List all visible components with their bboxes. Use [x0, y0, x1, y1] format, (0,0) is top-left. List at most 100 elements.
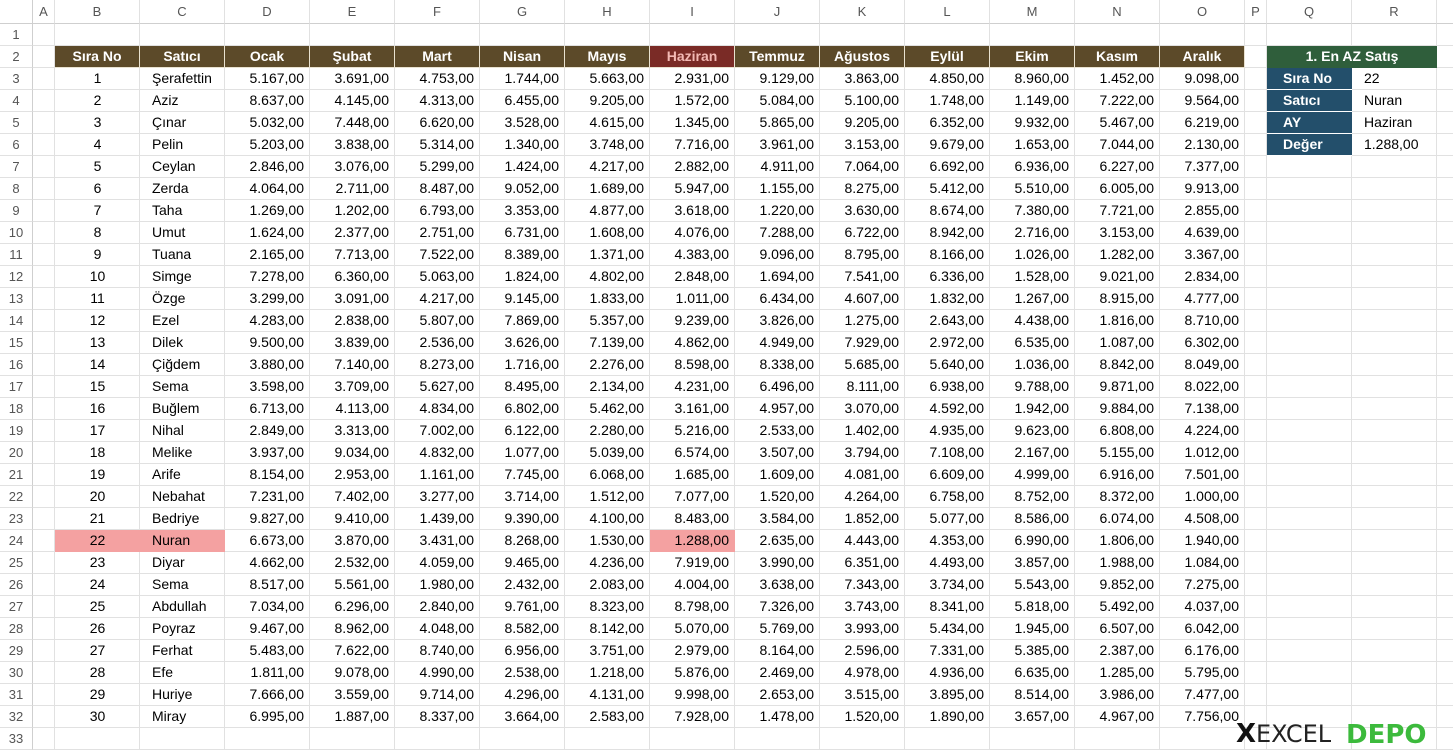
- sales-cell[interactable]: 3.367,00: [1160, 244, 1245, 266]
- sales-cell[interactable]: 4.048,00: [395, 618, 480, 640]
- row-header-31[interactable]: 31: [0, 684, 33, 706]
- sales-cell[interactable]: 5.314,00: [395, 134, 480, 156]
- sales-cell[interactable]: 4.802,00: [565, 266, 650, 288]
- column-header-c[interactable]: C: [140, 0, 225, 24]
- empty-cell[interactable]: [1352, 442, 1437, 464]
- column-header-m[interactable]: M: [990, 0, 1075, 24]
- seller-cell[interactable]: Melike: [140, 442, 225, 464]
- empty-cell[interactable]: [1245, 618, 1267, 640]
- seller-cell[interactable]: Taha: [140, 200, 225, 222]
- sales-cell[interactable]: 2.583,00: [565, 706, 650, 728]
- empty-cell[interactable]: [1267, 574, 1352, 596]
- sales-cell[interactable]: 3.153,00: [1075, 222, 1160, 244]
- seller-cell[interactable]: Ezel: [140, 310, 225, 332]
- sales-cell[interactable]: 8.142,00: [565, 618, 650, 640]
- sales-cell[interactable]: 7.756,00: [1160, 706, 1245, 728]
- empty-cell[interactable]: [1437, 68, 1453, 90]
- empty-cell[interactable]: [310, 24, 395, 46]
- sales-cell[interactable]: 4.777,00: [1160, 288, 1245, 310]
- sales-cell[interactable]: 7.522,00: [395, 244, 480, 266]
- seq-cell[interactable]: 26: [55, 618, 140, 640]
- table-header-12[interactable]: Kasım: [1075, 46, 1160, 68]
- empty-cell[interactable]: [33, 420, 55, 442]
- empty-cell[interactable]: [33, 46, 55, 68]
- sales-cell[interactable]: 6.793,00: [395, 200, 480, 222]
- sales-cell[interactable]: 4.911,00: [735, 156, 820, 178]
- seller-cell[interactable]: Çiğdem: [140, 354, 225, 376]
- sales-cell[interactable]: 7.666,00: [225, 684, 310, 706]
- sales-cell[interactable]: 6.176,00: [1160, 640, 1245, 662]
- empty-cell[interactable]: [33, 112, 55, 134]
- result-value-0[interactable]: 22: [1352, 68, 1437, 90]
- result-value-1[interactable]: Nuran: [1352, 90, 1437, 112]
- sales-cell[interactable]: 8.338,00: [735, 354, 820, 376]
- sales-cell[interactable]: 7.278,00: [225, 266, 310, 288]
- empty-cell[interactable]: [1267, 244, 1352, 266]
- sales-cell[interactable]: 3.961,00: [735, 134, 820, 156]
- empty-cell[interactable]: [1437, 310, 1453, 332]
- seq-cell[interactable]: 14: [55, 354, 140, 376]
- sales-cell[interactable]: 3.507,00: [735, 442, 820, 464]
- empty-cell[interactable]: [1245, 200, 1267, 222]
- sales-cell[interactable]: 2.377,00: [310, 222, 395, 244]
- sales-cell[interactable]: 2.848,00: [650, 266, 735, 288]
- sales-cell[interactable]: 2.931,00: [650, 68, 735, 90]
- sales-cell[interactable]: 6.434,00: [735, 288, 820, 310]
- row-header-14[interactable]: 14: [0, 310, 33, 332]
- column-header-b[interactable]: B: [55, 0, 140, 24]
- empty-cell[interactable]: [1352, 266, 1437, 288]
- sales-cell[interactable]: 7.380,00: [990, 200, 1075, 222]
- sales-cell[interactable]: 1.940,00: [1160, 530, 1245, 552]
- empty-cell[interactable]: [1160, 728, 1245, 750]
- sales-cell[interactable]: 9.564,00: [1160, 90, 1245, 112]
- sales-cell[interactable]: 6.074,00: [1075, 508, 1160, 530]
- sales-cell[interactable]: 4.224,00: [1160, 420, 1245, 442]
- sales-cell[interactable]: 6.122,00: [480, 420, 565, 442]
- sales-cell[interactable]: 2.979,00: [650, 640, 735, 662]
- sales-cell[interactable]: 1.087,00: [1075, 332, 1160, 354]
- sales-cell[interactable]: 8.323,00: [565, 596, 650, 618]
- empty-cell[interactable]: [33, 398, 55, 420]
- empty-cell[interactable]: [1437, 222, 1453, 244]
- empty-cell[interactable]: [33, 222, 55, 244]
- row-header-26[interactable]: 26: [0, 574, 33, 596]
- column-header-s[interactable]: S: [1437, 0, 1453, 24]
- table-header-3[interactable]: Şubat: [310, 46, 395, 68]
- sales-cell[interactable]: 1.653,00: [990, 134, 1075, 156]
- sales-cell[interactable]: 9.145,00: [480, 288, 565, 310]
- sales-cell[interactable]: 1.218,00: [565, 662, 650, 684]
- sales-cell[interactable]: 2.387,00: [1075, 640, 1160, 662]
- seller-cell[interactable]: Buğlem: [140, 398, 225, 420]
- sales-cell[interactable]: 8.495,00: [480, 376, 565, 398]
- empty-cell[interactable]: [1437, 398, 1453, 420]
- empty-cell[interactable]: [1245, 222, 1267, 244]
- sales-cell[interactable]: 9.239,00: [650, 310, 735, 332]
- sales-cell[interactable]: 6.005,00: [1075, 178, 1160, 200]
- empty-cell[interactable]: [33, 178, 55, 200]
- sales-cell[interactable]: 3.748,00: [565, 134, 650, 156]
- sales-cell[interactable]: 7.929,00: [820, 332, 905, 354]
- sales-cell[interactable]: 6.535,00: [990, 332, 1075, 354]
- empty-cell[interactable]: [33, 134, 55, 156]
- empty-cell[interactable]: [1437, 376, 1453, 398]
- sales-cell[interactable]: 1.852,00: [820, 508, 905, 530]
- seller-cell[interactable]: Nebahat: [140, 486, 225, 508]
- sales-cell[interactable]: 4.059,00: [395, 552, 480, 574]
- row-header-20[interactable]: 20: [0, 442, 33, 464]
- sales-cell[interactable]: 4.076,00: [650, 222, 735, 244]
- sales-cell[interactable]: 7.622,00: [310, 640, 395, 662]
- empty-cell[interactable]: [1267, 662, 1352, 684]
- sales-cell[interactable]: 5.077,00: [905, 508, 990, 530]
- row-header-27[interactable]: 27: [0, 596, 33, 618]
- sales-cell[interactable]: 8.942,00: [905, 222, 990, 244]
- sales-cell[interactable]: 2.533,00: [735, 420, 820, 442]
- sales-cell[interactable]: 7.402,00: [310, 486, 395, 508]
- sales-cell[interactable]: 2.849,00: [225, 420, 310, 442]
- empty-cell[interactable]: [905, 24, 990, 46]
- sales-cell[interactable]: 8.582,00: [480, 618, 565, 640]
- sales-cell[interactable]: 8.915,00: [1075, 288, 1160, 310]
- sales-cell[interactable]: 6.302,00: [1160, 332, 1245, 354]
- sales-cell[interactable]: 6.802,00: [480, 398, 565, 420]
- sales-cell[interactable]: 4.639,00: [1160, 222, 1245, 244]
- empty-cell[interactable]: [140, 24, 225, 46]
